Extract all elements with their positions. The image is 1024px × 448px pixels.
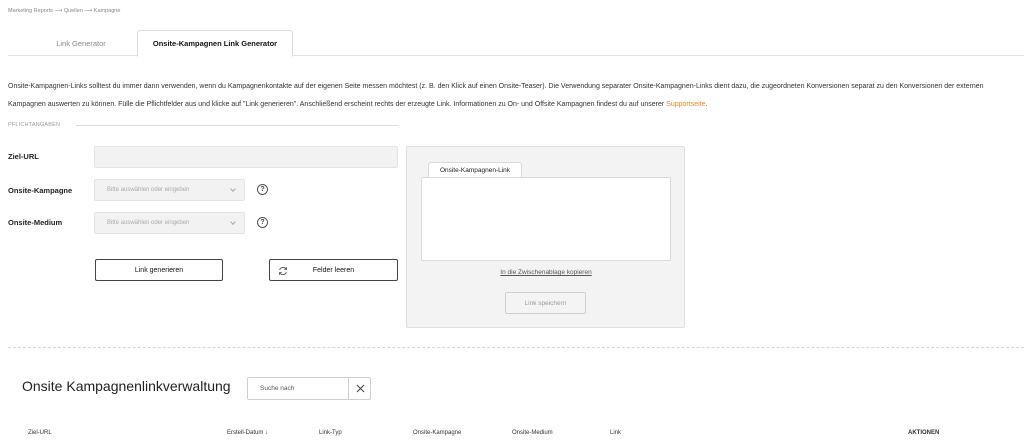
copy-to-clipboard-link[interactable]: In die Zwischenablage kopieren	[421, 269, 671, 276]
medium-select[interactable]: Bitte auswählen oder eingeben	[94, 212, 245, 234]
column-header-link-type[interactable]: Link-Typ	[319, 430, 342, 436]
clear-fields-label: Felder leeren	[312, 266, 355, 274]
chevron-down-icon	[230, 219, 236, 225]
section-divider	[8, 347, 1024, 348]
column-header-onsite-medium[interactable]: Onsite-Medium	[512, 430, 553, 436]
search-input[interactable]	[248, 378, 348, 399]
tab-onsite-campaign-link-generator[interactable]: Onsite-Kampagnen Link Generator	[137, 30, 293, 57]
campaign-select-placeholder: Bitte auswählen oder eingeben	[107, 187, 190, 193]
medium-help-icon[interactable]: ?	[257, 217, 268, 228]
search-clear-button[interactable]	[349, 378, 371, 399]
campaign-help-icon[interactable]: ?	[257, 184, 268, 195]
created-date-label: Erstell-Datum	[227, 430, 264, 436]
chevron-down-icon	[230, 186, 236, 192]
medium-label: Onsite-Medium	[8, 218, 63, 227]
column-header-onsite-campaign[interactable]: Onsite-Kampagne	[413, 430, 461, 436]
generated-link-output[interactable]	[421, 177, 671, 261]
output-link-tab[interactable]: Onsite-Kampagnen-Link	[428, 162, 522, 178]
target-url-label: Ziel-URL	[8, 152, 39, 161]
close-icon	[356, 384, 364, 393]
clear-fields-button[interactable]: Felder leeren	[269, 259, 398, 281]
save-link-button[interactable]: Link speichern	[505, 292, 586, 314]
target-url-input[interactable]	[94, 146, 398, 168]
management-title: Onsite Kampagnenlinkverwaltung	[22, 378, 231, 394]
column-header-actions: AKTIONEN	[908, 430, 940, 436]
intro-body: Onsite-Kampagnen-Links solltest du immer…	[8, 83, 984, 108]
required-fields-label: PFLICHTANGABEN	[8, 122, 61, 128]
generate-link-button[interactable]: Link generieren	[95, 259, 223, 281]
sort-arrow-icon: ↓	[265, 430, 269, 436]
intro-text: Onsite-Kampagnen-Links solltest du immer…	[8, 78, 1016, 114]
campaign-select[interactable]: Bitte auswählen oder eingeben	[94, 179, 245, 201]
tab-link-generator[interactable]: Link Generator	[20, 30, 142, 56]
refresh-icon	[278, 266, 288, 276]
campaign-label: Onsite-Kampagne	[8, 186, 73, 195]
breadcrumb: Marketing Reports ⟶ Quellen ⟶ Kampagne	[8, 8, 121, 14]
column-header-target-url[interactable]: Ziel-URL	[28, 430, 52, 436]
required-divider	[76, 125, 398, 126]
column-header-link[interactable]: Link	[610, 430, 621, 436]
support-link[interactable]: Supportseite	[666, 101, 705, 108]
column-header-created-date[interactable]: Erstell-Datum ↓	[227, 430, 268, 436]
intro-suffix: .	[705, 101, 708, 108]
search-box	[247, 377, 371, 400]
medium-select-placeholder: Bitte auswählen oder eingeben	[107, 220, 190, 226]
